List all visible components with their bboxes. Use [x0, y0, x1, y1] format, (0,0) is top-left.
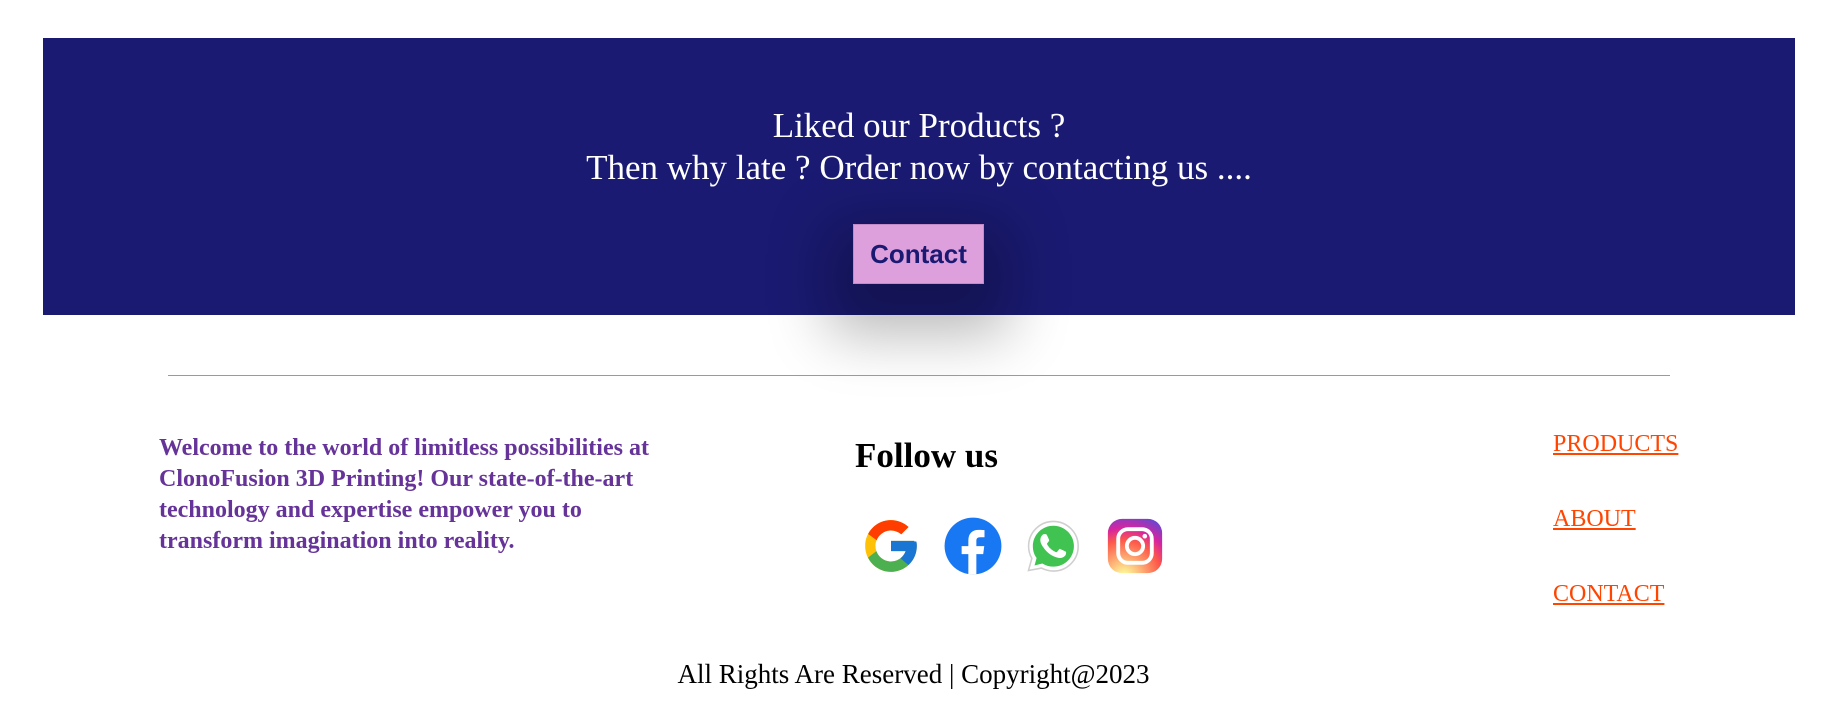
- cta-banner: Liked our Products ? Then why late ? Ord…: [43, 38, 1795, 315]
- facebook-icon[interactable]: [942, 515, 1004, 577]
- contact-button[interactable]: Contact: [853, 224, 984, 284]
- google-icon[interactable]: [860, 515, 922, 577]
- follow-us-heading: Follow us: [855, 436, 998, 475]
- footer-divider: [168, 375, 1670, 376]
- footer-link-about[interactable]: ABOUT: [1553, 505, 1636, 533]
- page: Liked our Products ? Then why late ? Ord…: [0, 0, 1827, 711]
- whatsapp-icon[interactable]: [1022, 515, 1084, 577]
- footer-about-text: Welcome to the world of limitless possib…: [159, 435, 649, 554]
- instagram-icon[interactable]: [1104, 515, 1166, 577]
- footer-link-products[interactable]: PRODUCTS: [1553, 430, 1678, 458]
- footer-link-contact[interactable]: CONTACT: [1553, 580, 1664, 608]
- copyright-text: All Rights Are Reserved | Copyright@2023: [677, 659, 1150, 689]
- cta-heading: Liked our Products ?: [772, 106, 1066, 145]
- cta-subheading: Then why late ? Order now by contacting …: [586, 148, 1252, 187]
